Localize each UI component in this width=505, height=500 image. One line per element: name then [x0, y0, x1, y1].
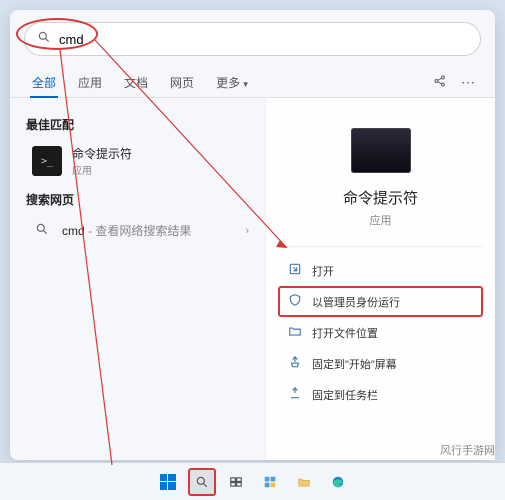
tab-all[interactable]: 全部: [30, 68, 58, 97]
search-icon: [32, 222, 52, 239]
preview-app-icon: [351, 128, 411, 173]
edge-button[interactable]: [324, 468, 352, 496]
admin-icon: [288, 293, 302, 310]
action-run-as-admin[interactable]: 以管理员身份运行: [278, 286, 483, 317]
web-result-item[interactable]: cmd - 查看网络搜索结果 ›: [24, 214, 257, 247]
open-icon: [288, 262, 302, 279]
action-label: 固定到任务栏: [312, 387, 378, 403]
taskbar: [0, 462, 505, 500]
results-pane: 最佳匹配 命令提示符 应用 搜索网页 cmd - 查看网络搜索结果 ›: [10, 98, 265, 460]
folder-icon: [297, 475, 311, 489]
best-match-heading: 最佳匹配: [26, 116, 257, 133]
action-label: 以管理员身份运行: [312, 294, 400, 310]
widgets-icon: [263, 475, 277, 489]
windows-logo-icon: [160, 474, 176, 490]
search-icon: [37, 30, 51, 49]
pin-taskbar-icon: [288, 386, 302, 403]
action-open-location[interactable]: 打开文件位置: [278, 317, 483, 348]
preview-pane: 命令提示符 应用 打开 以管理员身份运行: [265, 98, 495, 460]
action-open[interactable]: 打开: [278, 255, 483, 286]
preview-subtitle: 应用: [370, 212, 392, 228]
watermark-text: 风行手游网: [440, 442, 495, 458]
search-input[interactable]: [59, 32, 468, 47]
pin-start-icon: [288, 355, 302, 372]
content-area: 最佳匹配 命令提示符 应用 搜索网页 cmd - 查看网络搜索结果 › 命令提示…: [10, 98, 495, 460]
preview-title: 命令提示符: [343, 187, 418, 208]
web-heading: 搜索网页: [26, 191, 257, 208]
chevron-right-icon: ›: [245, 225, 249, 237]
chevron-down-icon: ▾: [243, 79, 248, 89]
tabs-row: 全部 应用 文档 网页 更多 ▾ ⋯: [10, 64, 495, 98]
edge-icon: [331, 475, 345, 489]
start-button[interactable]: [154, 468, 182, 496]
action-pin-start[interactable]: 固定到"开始"屏幕: [278, 348, 483, 379]
search-icon: [195, 475, 209, 489]
tab-more[interactable]: 更多 ▾: [214, 68, 250, 97]
actions-list: 打开 以管理员身份运行 打开文件位置: [278, 246, 483, 410]
widgets-button[interactable]: [256, 468, 284, 496]
search-window: 全部 应用 文档 网页 更多 ▾ ⋯ 最佳匹配 命令提示符 应用 搜索网页: [10, 10, 495, 460]
action-pin-taskbar[interactable]: 固定到任务栏: [278, 379, 483, 410]
best-match-type: 应用: [72, 162, 249, 177]
share-icon[interactable]: [433, 74, 447, 91]
folder-icon: [288, 324, 302, 341]
tab-web[interactable]: 网页: [168, 68, 196, 97]
action-label: 固定到"开始"屏幕: [312, 356, 397, 372]
tab-apps[interactable]: 应用: [76, 68, 104, 97]
task-view-icon: [229, 475, 243, 489]
explorer-button[interactable]: [290, 468, 318, 496]
action-label: 打开: [312, 263, 334, 279]
search-button[interactable]: [188, 468, 216, 496]
task-view-button[interactable]: [222, 468, 250, 496]
web-result-text: cmd - 查看网络搜索结果: [62, 222, 235, 239]
best-match-name: 命令提示符: [72, 145, 249, 162]
best-match-item[interactable]: 命令提示符 应用: [24, 139, 257, 183]
tab-documents[interactable]: 文档: [122, 68, 150, 97]
more-options-icon[interactable]: ⋯: [461, 74, 475, 91]
cmd-app-icon: [32, 146, 62, 176]
search-bar[interactable]: [24, 22, 481, 56]
action-label: 打开文件位置: [312, 325, 378, 341]
